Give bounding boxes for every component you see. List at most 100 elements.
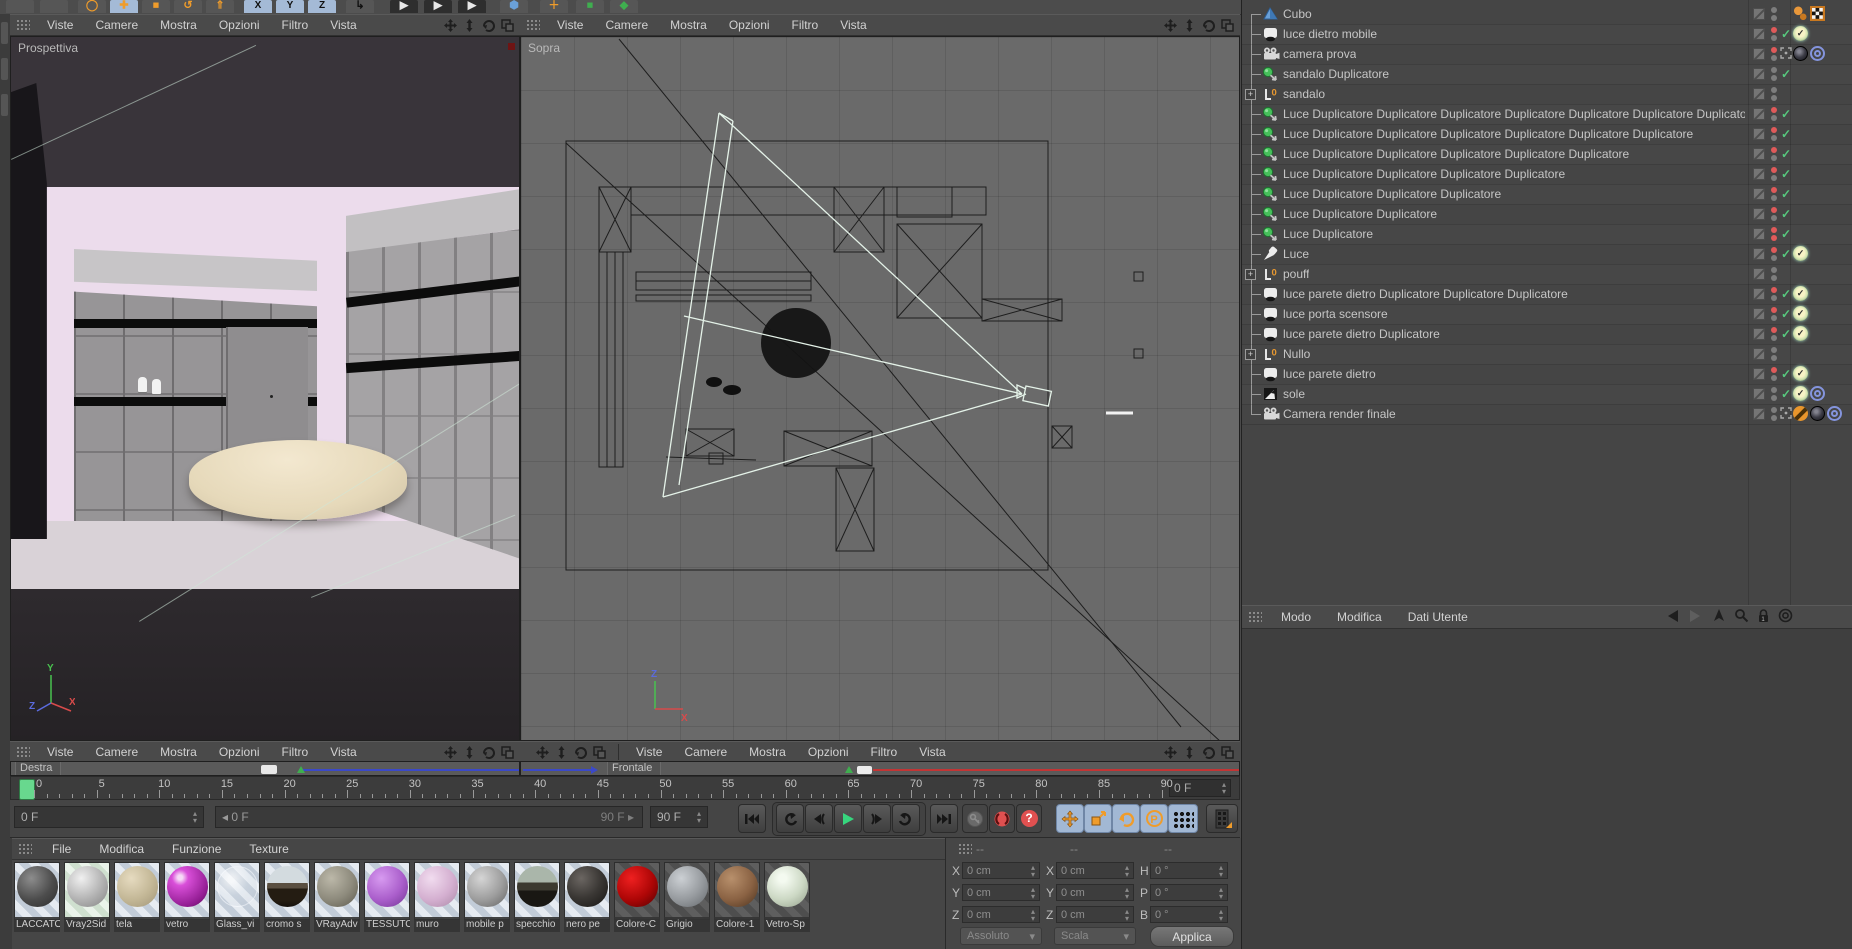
object-label[interactable]: luce parete dietro Duplicatore Duplicato… xyxy=(1283,287,1568,301)
enabled-check-icon[interactable]: ✓ xyxy=(1779,286,1793,302)
camera-object-icon[interactable] xyxy=(1262,46,1279,62)
primitive-cube-icon[interactable]: ■ xyxy=(576,0,604,13)
panel-grip-icon[interactable] xyxy=(16,19,30,31)
sun-object-icon[interactable] xyxy=(1262,386,1279,402)
layer-toggle-icon[interactable] xyxy=(1753,308,1765,320)
rings-tag-icon[interactable] xyxy=(1827,406,1842,421)
layer-toggle-icon[interactable] xyxy=(1753,288,1765,300)
layer-toggle-icon[interactable] xyxy=(1753,8,1765,20)
object-label[interactable]: Luce Duplicatore Duplicatore Duplicatore… xyxy=(1283,147,1629,161)
object-label[interactable]: luce parete dietro Duplicatore xyxy=(1283,327,1440,341)
rotate-tool-button[interactable] xyxy=(1112,804,1140,833)
material-swatch[interactable]: mobile p xyxy=(464,862,510,932)
render-visibility-dot[interactable] xyxy=(1771,75,1777,81)
render-visibility-dot[interactable] xyxy=(1771,395,1777,401)
panel-grip-icon[interactable] xyxy=(16,746,30,758)
crosshair-state-icon[interactable] xyxy=(1779,406,1793,422)
object-row[interactable]: Luce Duplicatore Duplicatore ✓ xyxy=(1242,204,1852,225)
editor-visibility-dot[interactable] xyxy=(1771,307,1777,313)
maximize-view-icon[interactable] xyxy=(591,744,608,760)
render-visibility-dot[interactable] xyxy=(1771,255,1777,261)
object-label[interactable]: Luce Duplicatore Duplicatore xyxy=(1283,207,1437,221)
menu-item-vista[interactable]: Vista xyxy=(319,18,367,32)
panel-grip-icon[interactable] xyxy=(958,843,972,855)
object-row[interactable]: luce dietro mobile✓✓ xyxy=(1242,24,1852,45)
enabled-check-icon[interactable]: ✓ xyxy=(1779,386,1793,402)
render-view-icon[interactable]: ▶ xyxy=(390,0,418,13)
object-label[interactable]: Luce Duplicatore Duplicatore Duplicatore… xyxy=(1283,107,1745,121)
rotate-view-icon[interactable] xyxy=(1200,17,1217,33)
rotate-view-icon[interactable] xyxy=(1200,744,1217,760)
editor-visibility-dot[interactable] xyxy=(1771,407,1777,413)
editor-visibility-dot[interactable] xyxy=(1771,247,1777,253)
axis-lock-icon[interactable]: X xyxy=(244,0,272,13)
null-object-icon[interactable]: 0 xyxy=(1262,266,1279,282)
enabled-check-icon[interactable]: ✓ xyxy=(1779,206,1793,222)
object-row[interactable]: luce parete dietro Duplicatore Duplicato… xyxy=(1242,284,1852,305)
layer-toggle-icon[interactable] xyxy=(1753,108,1765,120)
enabled-check-icon[interactable]: ✓ xyxy=(1779,146,1793,162)
glow-tag-icon[interactable]: ✓ xyxy=(1793,246,1808,261)
next-key-button[interactable] xyxy=(892,804,920,833)
menu-item-dati-utente[interactable]: Dati Utente xyxy=(1395,610,1481,624)
instance-object-icon[interactable] xyxy=(1262,166,1279,182)
render-visibility-dot[interactable] xyxy=(1771,295,1777,301)
render-visibility-dot[interactable] xyxy=(1771,375,1777,381)
coord-value-field[interactable]: 0 cm▴▾ xyxy=(962,884,1040,901)
instance-object-icon[interactable] xyxy=(1262,226,1279,242)
coord-system-icon[interactable]: ↳ xyxy=(346,0,374,13)
history-back-icon[interactable] xyxy=(1664,609,1680,626)
select-arrow-icon[interactable] xyxy=(1712,608,1726,626)
menu-item-file[interactable]: File xyxy=(38,842,85,856)
object-row[interactable]: Luce Duplicatore Duplicatore Duplicatore… xyxy=(1242,104,1852,125)
maximize-view-icon[interactable] xyxy=(499,744,516,760)
enabled-check-icon[interactable]: ✓ xyxy=(1779,66,1793,82)
lock-icon[interactable]: 1 xyxy=(1757,608,1770,626)
object-row[interactable]: camera prova xyxy=(1242,44,1852,65)
material-swatch[interactable]: VRayAdv xyxy=(314,862,360,932)
keyframe-dots-button[interactable] xyxy=(1168,804,1198,833)
object-label[interactable]: Luce Duplicatore Duplicatore Duplicatore xyxy=(1283,187,1501,201)
glow-tag-icon[interactable]: ✓ xyxy=(1793,26,1808,41)
darksphere-tag-icon[interactable] xyxy=(1793,46,1808,61)
menu-item-modifica[interactable]: Modifica xyxy=(1324,610,1395,624)
object-label[interactable]: Luce Duplicatore Duplicatore Duplicatore… xyxy=(1283,167,1565,181)
coord-value-field[interactable]: 0 °▴▾ xyxy=(1150,906,1228,923)
object-row[interactable]: +0pouff xyxy=(1242,264,1852,285)
maximize-view-icon[interactable] xyxy=(1219,17,1236,33)
menu-item-viste[interactable]: Viste xyxy=(36,18,84,32)
instance-object-icon[interactable] xyxy=(1262,186,1279,202)
new-material-icon[interactable]: ＋ xyxy=(540,0,568,13)
material-swatch[interactable]: nero pe xyxy=(564,862,610,932)
coord-value-field[interactable]: 0 cm▴▾ xyxy=(1056,862,1134,879)
arealight-object-icon[interactable] xyxy=(1262,326,1279,342)
rotate-view-icon[interactable] xyxy=(480,17,497,33)
render-visibility-dot[interactable] xyxy=(1771,415,1777,421)
pivot-tool-button[interactable]: P xyxy=(1140,804,1168,833)
editor-visibility-dot[interactable] xyxy=(1771,187,1777,193)
redo-icon[interactable] xyxy=(40,0,68,13)
editor-visibility-dot[interactable] xyxy=(1771,227,1777,233)
glow-tag-icon[interactable]: ✓ xyxy=(1793,326,1808,341)
axis-lock-icon[interactable]: Y xyxy=(276,0,304,13)
editor-visibility-dot[interactable] xyxy=(1771,367,1777,373)
editor-visibility-dot[interactable] xyxy=(1771,207,1777,213)
pan-view-icon[interactable] xyxy=(534,744,551,760)
render-visibility-dot[interactable] xyxy=(1771,35,1777,41)
coord-value-field[interactable]: 0 cm▴▾ xyxy=(1056,906,1134,923)
object-row[interactable]: +0sandalo xyxy=(1242,84,1852,105)
record-key-button[interactable] xyxy=(962,804,988,833)
render-visibility-dot[interactable] xyxy=(1771,95,1777,101)
enabled-check-icon[interactable]: ✓ xyxy=(1779,186,1793,202)
arealight-object-icon[interactable] xyxy=(1262,26,1279,42)
zoom-view-icon[interactable] xyxy=(461,744,478,760)
render-visibility-dot[interactable] xyxy=(1771,115,1777,121)
undo-icon[interactable] xyxy=(6,0,34,13)
object-row[interactable]: Camera render finale xyxy=(1242,404,1852,425)
previous-frame-button[interactable] xyxy=(805,804,833,833)
layer-toggle-icon[interactable] xyxy=(1753,208,1765,220)
arealight-object-icon[interactable] xyxy=(1262,366,1279,382)
layer-toggle-icon[interactable] xyxy=(1753,348,1765,360)
editor-visibility-dot[interactable] xyxy=(1771,27,1777,33)
object-row[interactable]: Luce Duplicatore Duplicatore Duplicatore… xyxy=(1242,144,1852,165)
